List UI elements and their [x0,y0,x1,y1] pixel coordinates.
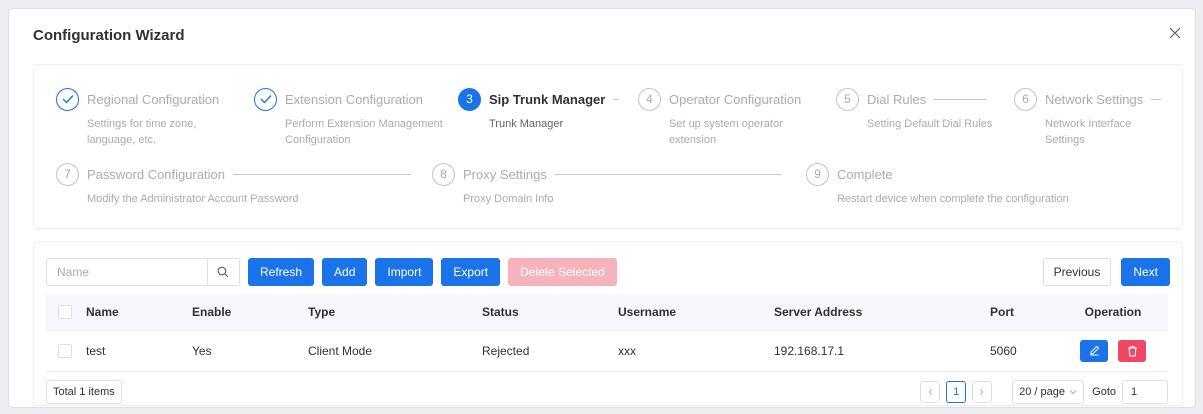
column-header-name: Name [86,294,192,331]
toolbar: Refresh Add Import Export Delete Selecte… [46,258,617,286]
sip-trunk-table: Name Enable Type Status Username Server … [46,294,1168,372]
dialog-title: Configuration Wizard [33,27,185,44]
cell-port: 5060 [990,330,1058,372]
chevron-down-icon [1069,390,1077,395]
step-title: Sip Trunk Manager [489,91,606,107]
next-page-button[interactable] [972,381,993,403]
column-header-type: Type [308,294,482,331]
column-header-operation: Operation [1058,294,1168,331]
step-number: 8 [432,162,455,186]
step-title: Complete [837,166,893,182]
table-header-row: Name Enable Type Status Username Server … [46,294,1168,331]
step-number: 4 [638,87,661,111]
goto-label: Goto [1092,386,1116,398]
step-proxy-settings: 8 Proxy Settings Proxy Domain Info [432,162,812,207]
wizard-nav: Previous Next [1042,258,1170,286]
add-button[interactable]: Add [322,258,368,286]
step-title: Regional Configuration [87,91,220,107]
cell-name: test [86,330,192,372]
step-title: Network Settings [1045,91,1144,107]
chevron-right-icon [979,388,984,396]
column-header-server-address: Server Address [774,294,990,331]
previous-button[interactable]: Previous [1042,258,1112,286]
delete-button[interactable] [1118,339,1146,362]
check-icon [56,87,79,111]
step-description: Proxy Domain Info [463,193,554,205]
search-box [46,258,240,286]
cell-status: Rejected [482,330,618,372]
step-description: Network Interface Settings [1045,118,1132,146]
step-number: 6 [1014,87,1037,111]
column-header-status: Status [482,294,618,331]
step-number: 9 [806,162,829,186]
close-icon [1169,27,1181,39]
step-description: Trunk Manager [489,118,564,130]
step-description: Modify the Administrator Account Passwor… [87,193,299,205]
chevron-left-icon [928,388,933,396]
table-footer: Total 1 items 1 20 / page Goto [46,380,1168,404]
step-description: Setting Default Dial Rules [867,118,993,130]
import-button[interactable]: Import [375,258,434,286]
column-header-enable: Enable [192,294,308,331]
step-title: Proxy Settings [463,166,547,182]
column-header-port: Port [990,294,1058,331]
trash-icon [1127,345,1137,357]
delete-selected-button[interactable]: Delete Selected [508,258,617,286]
wizard-steps: Regional Configuration Settings for time… [33,64,1183,229]
step-description: Restart device when complete the configu… [837,193,1069,205]
next-button[interactable]: Next [1121,258,1170,286]
check-icon [254,87,277,111]
step-extension-configuration: Extension Configuration Perform Extensio… [254,87,458,148]
step-number: 5 [836,87,859,111]
page-size-value: 20 / page [1019,386,1066,398]
cell-username: xxx [618,330,774,372]
pagination: 1 20 / page Goto [920,380,1168,404]
close-button[interactable] [1165,23,1185,43]
step-dial-rules: 5 Dial Rules Setting Default Dial Rules [836,87,1016,132]
edit-button[interactable] [1080,339,1108,362]
prev-page-button[interactable] [920,381,941,403]
step-title: Password Configuration [87,166,226,182]
sip-trunk-table-card: Refresh Add Import Export Delete Selecte… [33,241,1183,406]
table-row: test Yes Client Mode Rejected xxx 192.16… [46,330,1168,372]
page-size-select[interactable]: 20 / page [1012,380,1085,404]
step-password-configuration: 7 Password Configuration Modify the Admi… [56,162,436,207]
edit-icon [1089,345,1099,356]
step-description: Set up system operator extension [669,118,783,146]
search-input[interactable] [47,259,207,285]
step-title: Dial Rules [867,91,927,107]
configuration-wizard-dialog: Configuration Wizard Regional Configurat… [8,8,1196,408]
step-description: Perform Extension Management Configurati… [285,118,443,146]
step-number: 3 [458,87,481,111]
step-sip-trunk-manager: 3 Sip Trunk Manager Trunk Manager [458,87,638,132]
goto-input[interactable] [1122,380,1168,404]
search-icon[interactable] [207,259,237,285]
cell-server-address: 192.168.17.1 [774,330,990,372]
row-checkbox[interactable] [58,343,72,358]
cell-type: Client Mode [308,330,482,372]
cell-enable: Yes [192,330,308,372]
step-operator-configuration: 4 Operator Configuration Set up system o… [638,87,834,148]
step-regional-configuration: Regional Configuration Settings for time… [56,87,252,148]
select-all-checkbox[interactable] [58,305,72,320]
step-complete: 9 Complete Restart device when complete … [806,162,1166,207]
page-number[interactable]: 1 [946,381,967,403]
step-number: 7 [56,162,79,186]
step-title: Extension Configuration [285,91,424,107]
export-button[interactable]: Export [441,258,501,286]
total-items: Total 1 items [46,380,122,404]
refresh-button[interactable]: Refresh [248,258,315,286]
step-title: Operator Configuration [669,91,802,107]
step-description: Settings for time zone, language, etc. [87,118,197,146]
step-network-settings: 6 Network Settings Network Interface Set… [1014,87,1174,148]
column-header-username: Username [618,294,774,331]
